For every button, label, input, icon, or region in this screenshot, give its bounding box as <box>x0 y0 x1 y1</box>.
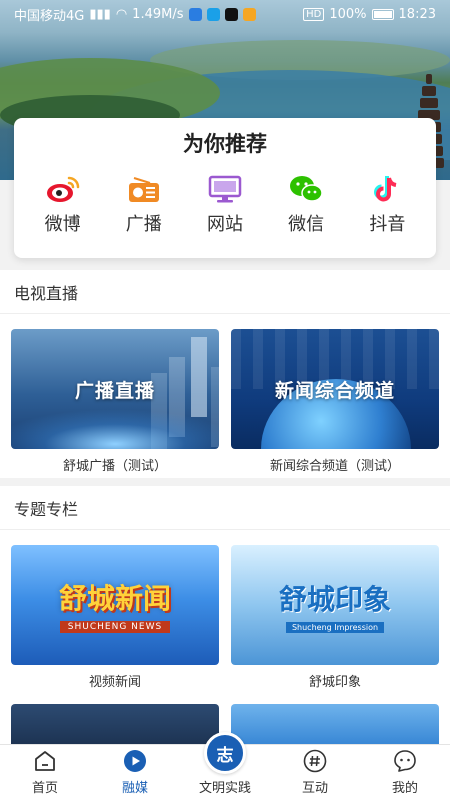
notification-tiktok-icon <box>224 7 238 21</box>
tile-caption: 新闻综合频道（测试） <box>269 459 400 474</box>
tv-live-section: 电视直播 广播直播 舒城广播（测试） 新闻综合频道 新闻综合频道（测试） <box>0 270 450 478</box>
thumbnail-title: 新闻综合频道 <box>274 379 395 402</box>
thumbnail-subtitle: Shucheng Impression <box>285 621 385 633</box>
topic-tile-video-news[interactable]: 舒城新闻 SHUCHENG NEWS 视频新闻 <box>11 545 219 690</box>
wifi-icon: ◠ <box>115 6 128 22</box>
carrier-text: 中国移动4G <box>14 8 85 24</box>
battery-icon <box>371 8 394 20</box>
tile-caption: 舒城广播（测试） <box>62 459 167 474</box>
hd-icon: HD <box>303 7 325 21</box>
nav-label: 互动 <box>301 781 328 796</box>
profile-icon <box>392 748 418 774</box>
civilization-icon: 志 <box>204 732 246 774</box>
recommend-label: 微信 <box>288 214 325 235</box>
nav-label: 首页 <box>31 781 58 796</box>
nav-item-interact[interactable]: 互动 <box>275 748 355 796</box>
thumbnail-shucheng-impression: 舒城印象 Shucheng Impression <box>231 545 439 665</box>
status-bar: 中国移动4G ▮▮▮ ◠ 1.49M/s HD 100% 18:23 <box>0 0 450 28</box>
signal-icon: ▮▮▮ <box>89 6 111 22</box>
network-speed: 1.49M/s <box>132 6 184 22</box>
thumbnail-title: 广播直播 <box>74 379 155 402</box>
nav-item-media[interactable]: 融媒 <box>95 748 175 796</box>
topics-section: 专题专栏 舒城新闻 SHUCHENG NEWS 视频新闻 舒城印象 Shuche… <box>0 486 450 752</box>
section-title-topics: 专题专栏 <box>0 486 450 530</box>
thumbnail-shucheng-news: 舒城新闻 SHUCHENG NEWS <box>11 545 219 665</box>
recommend-item-website[interactable]: 网站 <box>190 174 260 236</box>
nav-item-home[interactable]: 首页 <box>5 748 85 796</box>
douyin-icon <box>369 174 405 204</box>
notification-play-icon <box>242 7 256 21</box>
recommend-item-weibo[interactable]: 微博 <box>28 174 98 236</box>
notification-app-icon <box>206 7 220 21</box>
nav-label: 融媒 <box>121 781 148 796</box>
live-tile-broadcast[interactable]: 广播直播 舒城广播（测试） <box>11 329 219 474</box>
recommend-label: 网站 <box>206 214 243 235</box>
section-title-tv-live: 电视直播 <box>0 270 450 314</box>
thumbnail-title: 舒城印象 <box>278 582 391 616</box>
clock: 18:23 <box>398 6 436 22</box>
nav-item-civilization[interactable]: 志 文明实践 <box>185 732 265 796</box>
thumbnail-subtitle: SHUCHENG NEWS <box>59 621 171 633</box>
nav-item-profile[interactable]: 我的 <box>365 748 445 796</box>
recommend-label: 微博 <box>44 214 81 235</box>
nav-label: 我的 <box>391 781 418 796</box>
hashtag-icon <box>302 748 328 774</box>
home-icon <box>32 748 58 774</box>
battery-percent: 100% <box>329 6 367 22</box>
recommend-item-wechat[interactable]: 微信 <box>271 174 341 236</box>
thumbnail-news-channel: 新闻综合频道 <box>231 329 439 449</box>
website-icon <box>207 174 243 204</box>
wechat-icon <box>288 174 324 204</box>
thumbnail-broadcast-live: 广播直播 <box>11 329 219 449</box>
tile-caption: 舒城印象 <box>308 675 361 690</box>
thumbnail-title: 舒城新闻 <box>58 582 171 615</box>
weibo-icon <box>45 174 81 204</box>
notification-app-icon <box>188 7 202 21</box>
recommend-card: 为你推荐 微博 广播 网站 微信 抖音 <box>14 118 436 258</box>
live-tile-news-channel[interactable]: 新闻综合频道 新闻综合频道（测试） <box>231 329 439 474</box>
bottom-nav: 首页 融媒 志 文明实践 互动 我的 <box>0 732 450 800</box>
recommend-label: 广播 <box>125 214 162 235</box>
play-circle-icon <box>122 748 148 774</box>
tile-caption: 视频新闻 <box>88 675 141 690</box>
recommend-title: 为你推荐 <box>183 131 267 156</box>
nav-label: 文明实践 <box>198 781 251 796</box>
topic-tile-shucheng-impression[interactable]: 舒城印象 Shucheng Impression 舒城印象 <box>231 545 439 690</box>
radio-icon <box>126 174 162 204</box>
recommend-item-radio[interactable]: 广播 <box>109 174 179 236</box>
recommend-item-douyin[interactable]: 抖音 <box>352 174 422 236</box>
recommend-label: 抖音 <box>369 214 406 235</box>
